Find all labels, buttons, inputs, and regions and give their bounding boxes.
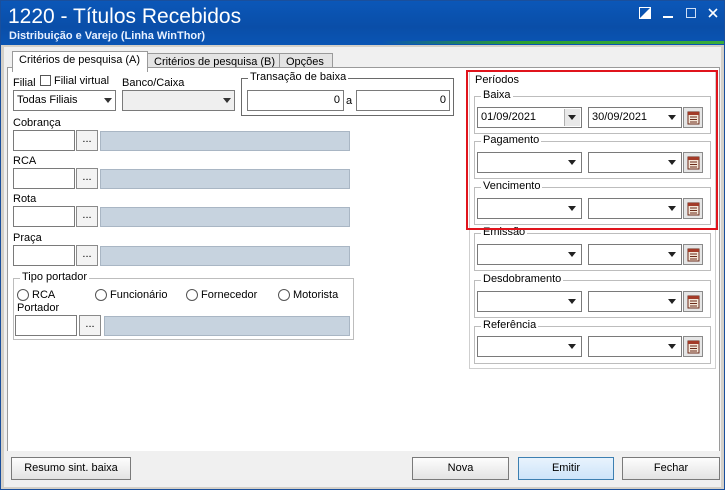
praca-lookup-button[interactable]: ... [76,245,98,266]
minimize-icon[interactable] [660,7,676,21]
highlight-box [466,70,718,230]
rota-code-input[interactable] [13,206,75,227]
radio-motorista[interactable] [278,289,290,301]
cobranca-code-input[interactable] [13,130,75,151]
cobranca-description-field [100,131,350,151]
rca-description-field [100,169,350,189]
filial-virtual-checkbox[interactable] [40,75,51,86]
content-area: Critérios de pesquisa (A) Critérios de p… [4,47,721,487]
restore-style-icon[interactable] [637,7,653,21]
title-bar: 1220 - Títulos Recebidos Distribuição e … [1,1,724,45]
transacao-from-input[interactable]: 0 [247,90,344,111]
chevron-down-icon [223,98,231,103]
portador-label: Portador [17,302,60,314]
radio-funcionario[interactable] [95,289,107,301]
window-title: 1220 - Títulos Recebidos [8,5,242,28]
radio-funcionario-label: Funcionário [110,289,168,301]
transacao-to-input[interactable]: 0 [356,90,450,111]
tipo-portador-title: Tipo portador [20,271,90,283]
nova-button[interactable]: Nova [412,457,509,480]
rota-description-field [100,207,350,227]
portador-lookup-button[interactable]: ... [79,315,101,336]
fechar-label: Fechar [653,462,689,474]
filial-select[interactable]: Todas Filiais [13,90,116,111]
transacao-separator: a [346,95,353,107]
radio-motorista-label: Motorista [293,289,339,301]
resumo-label: Resumo sint. baixa [24,462,118,474]
portador-description-field [104,316,350,336]
resumo-sint-baixa-button[interactable]: Resumo sint. baixa [11,457,131,480]
rota-label: Rota [13,193,37,205]
filial-label: Filial [13,77,36,89]
bottom-bar: Resumo sint. baixa Nova Emitir Fechar [7,451,720,487]
banco-caixa-select[interactable] [122,90,235,111]
praca-label: Praça [13,232,42,244]
window-subtitle: Distribuição e Varejo (Linha WinThor) [9,30,206,42]
tab-criterios-a[interactable]: Critérios de pesquisa (A) [12,51,148,72]
praca-description-field [100,246,350,266]
praca-code-input[interactable] [13,245,75,266]
radio-rca[interactable] [17,289,29,301]
radio-rca-label: RCA [32,289,56,301]
rca-code-input[interactable] [13,168,75,189]
title-stripe [381,41,724,44]
banco-caixa-label: Banco/Caixa [122,77,185,89]
cobranca-label: Cobrança [13,117,61,129]
rota-lookup-button[interactable]: ... [76,206,98,227]
rca-label: RCA [13,155,37,167]
app-window: 1220 - Títulos Recebidos Distribuição e … [0,0,725,490]
cobranca-lookup-button[interactable]: ... [76,130,98,151]
close-icon[interactable] [705,7,721,21]
rca-lookup-button[interactable]: ... [76,168,98,189]
transacao-baixa-title: Transação de baixa [248,71,349,83]
radio-fornecedor-label: Fornecedor [201,289,258,301]
maximize-icon[interactable] [683,7,699,21]
emitir-button[interactable]: Emitir [518,457,614,480]
tab-panel: Filial Filial virtual Todas Filiais Banc… [7,67,720,465]
portador-code-input[interactable] [15,315,77,336]
nova-label: Nova [447,462,474,474]
radio-fornecedor[interactable] [186,289,198,301]
chevron-down-icon [104,98,112,103]
emitir-label: Emitir [551,462,581,474]
fechar-button[interactable]: Fechar [622,457,720,480]
filial-virtual-label: Filial virtual [54,75,110,87]
filial-select-value: Todas Filiais [17,94,78,106]
